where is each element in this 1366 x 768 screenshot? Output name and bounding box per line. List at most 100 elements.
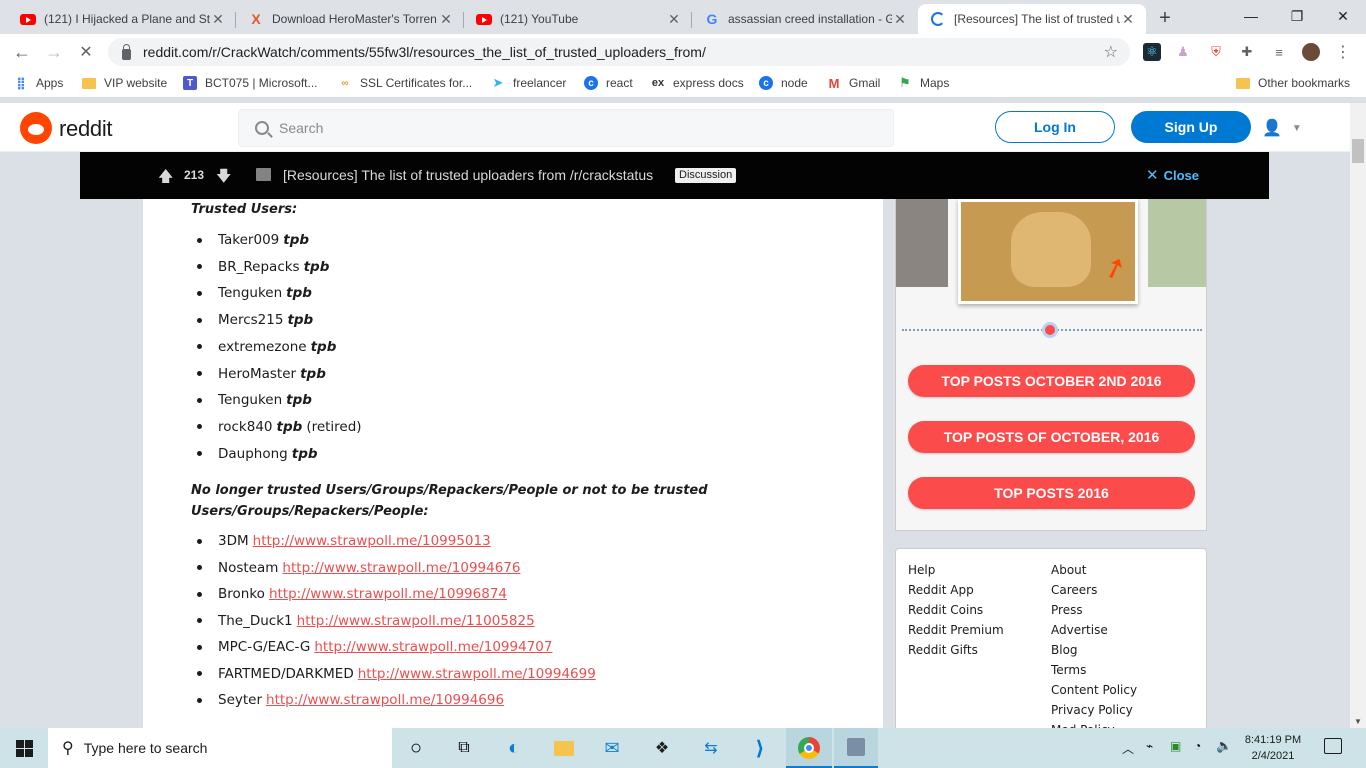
extensions-puzzle-icon[interactable]: ✚ [1238,43,1256,61]
bookmark-react[interactable]: c react [584,76,633,90]
taskbar-search-box[interactable]: ⚲ Type here to search [48,728,392,768]
react-devtools-icon[interactable]: ⚛ [1143,43,1161,61]
taskbar-clock[interactable]: 8:41:19 PM 2/4/2021 [1240,732,1306,764]
bookmark-bct075[interactable]: T BCT075 | Microsoft... [183,76,317,90]
top-posts-october-button[interactable]: TOP POSTS OF OCTOBER, 2016 [908,421,1195,453]
close-tab-icon[interactable]: ✕ [666,11,682,28]
user-tag: tpb [300,365,326,382]
footer-link[interactable]: Reddit Coins [908,603,983,617]
bookmark-apps[interactable]: ⣿ Apps [14,76,63,90]
tab-reddit-active[interactable]: [Resources] The list of trusted u ✕ [918,4,1146,34]
cortana-icon[interactable]: ○ [402,734,430,762]
vscode-icon[interactable]: ⟩ [746,734,774,762]
footer-link[interactable]: About [1051,563,1086,577]
stop-loading-icon[interactable]: ✕ [74,40,98,64]
profile-avatar[interactable] [1302,43,1320,61]
login-button[interactable]: Log In [995,111,1115,143]
reddit-logo-icon[interactable] [20,112,52,144]
user-icon: 👤 [1262,120,1282,137]
trusted-user-item: Tenguken tpb [191,283,312,303]
footer-link[interactable]: Reddit Premium [908,623,1004,637]
minimize-button[interactable]: — [1228,0,1274,32]
bookmark-freelancer[interactable]: ➤ freelancer [491,75,567,90]
tab-youtube[interactable]: (121) YouTube ✕ [464,4,692,34]
mail-icon[interactable]: ✉ [598,734,626,762]
battery-saver-icon[interactable]: ⌁ [1146,739,1153,753]
top-posts-2016-button[interactable]: TOP POSTS 2016 [908,477,1195,509]
bookmark-express-docs[interactable]: ex express docs [651,76,744,90]
new-tab-button[interactable]: + [1152,6,1178,30]
bookmark-vip-website[interactable]: VIP website [82,76,167,90]
bookmark-maps[interactable]: ⚑ Maps [898,75,949,90]
forward-arrow-icon[interactable]: → [42,40,66,64]
close-tab-icon[interactable]: ✕ [210,11,226,28]
strawpoll-link[interactable]: http://www.strawpoll.me/11005825 [297,613,535,629]
task-view-icon[interactable]: ⧉ [450,734,478,762]
strawpoll-link[interactable]: http://www.strawpoll.me/10996874 [269,586,507,602]
strawpoll-link[interactable]: http://www.strawpoll.me/10994676 [282,560,520,576]
footer-link[interactable]: Privacy Policy [1051,703,1133,717]
footer-link[interactable]: Press [1051,603,1083,617]
show-hidden-icons-chevron-icon[interactable]: ︿ [1122,740,1134,757]
shield-extension-icon[interactable]: ⛨ [1207,43,1225,61]
timeline-marker[interactable] [1042,322,1058,338]
close-tab-icon[interactable]: ✕ [1120,11,1136,28]
downvote-arrow-icon[interactable]: 🡇 [216,166,231,191]
notifications-icon[interactable] [1324,738,1342,754]
strawpoll-link[interactable]: http://www.strawpoll.me/10994699 [358,666,596,682]
tab-google-search[interactable]: G assassian creed installation - G ✕ [692,4,918,34]
wifi-icon[interactable]: ◔ [1194,739,1201,753]
close-window-button[interactable]: ✕ [1320,0,1366,32]
strawpoll-link[interactable]: http://www.strawpoll.me/10995013 [253,533,491,549]
bookmark-ssl[interactable]: ∞ SSL Certificates for... [338,76,472,90]
dropbox-icon[interactable]: ❖ [648,734,676,762]
file-explorer-icon[interactable] [550,734,578,762]
back-arrow-icon[interactable]: ← [10,40,34,64]
signup-button[interactable]: Sign Up [1131,111,1251,143]
footer-link[interactable]: Content Policy [1051,683,1137,697]
footer-link[interactable]: Help [908,563,935,577]
footer-link[interactable]: Advertise [1051,623,1108,637]
app-taskbar-active[interactable] [834,728,878,768]
strawpoll-link[interactable]: http://www.strawpoll.me/10994707 [314,639,552,655]
upvote-arrow-icon[interactable]: 🡅 [158,166,173,191]
react-site-icon: c [584,76,598,90]
reddit-wordmark[interactable]: reddit [59,116,113,142]
other-bookmarks[interactable]: Other bookmarks [1236,76,1350,90]
close-tab-icon[interactable]: ✕ [892,11,908,28]
chrome-taskbar-active[interactable] [786,728,832,768]
footer-link[interactable]: Terms [1051,663,1086,677]
extension-figure-icon[interactable]: ♟ [1174,43,1192,61]
footer-link[interactable]: Blog [1051,643,1078,657]
bookmark-star-icon[interactable]: ☆ [1104,42,1118,62]
tab-heromaster[interactable]: X Download HeroMaster's Torren ✕ [236,4,464,34]
footer-link[interactable]: Reddit Gifts [908,643,978,657]
footer-link[interactable]: Careers [1051,583,1097,597]
untrusted-user-item: 3DM http://www.strawpoll.me/10995013 [191,531,491,551]
close-button[interactable]: ✕ Close [1146,166,1199,184]
bookmark-gmail[interactable]: M Gmail [827,75,881,91]
page-scrollbar[interactable]: ▼ [1350,103,1366,728]
scrollbar-thumb[interactable] [1352,139,1364,163]
close-tab-icon[interactable]: ✕ [438,11,454,28]
network-status-icon[interactable]: ▣ [1170,739,1181,753]
bookmark-node[interactable]: c node [759,76,808,90]
scroll-down-arrow-icon[interactable]: ▼ [1354,717,1362,726]
reddit-search-input[interactable]: Search [238,109,894,147]
remote-app-icon[interactable]: ⇆ [697,734,725,762]
restore-button[interactable]: ❐ [1274,0,1320,32]
footer-link[interactable]: Reddit App [908,583,974,597]
address-bar[interactable]: reddit.com/r/CrackWatch/comments/55fw3l/… [108,38,1130,66]
strawpoll-link[interactable]: http://www.strawpoll.me/10994696 [266,692,504,708]
edge-icon[interactable]: ◐ [500,734,528,762]
gmail-icon: M [828,75,840,91]
volume-icon[interactable]: 🔈 [1216,738,1232,754]
top-posts-oct-2nd-button[interactable]: TOP POSTS OCTOBER 2ND 2016 [908,365,1195,397]
user-dropdown[interactable]: 👤 ▼ [1262,117,1302,139]
user-tag: tpb [283,232,310,248]
post-title[interactable]: [Resources] The list of trusted uploader… [283,167,653,183]
windows-start-icon[interactable] [10,734,38,762]
menu-kebab-icon[interactable]: ⋮ [1334,43,1352,61]
reading-list-icon[interactable]: ≡ [1270,43,1288,61]
tab-youtube-hijacked[interactable]: (121) I Hijacked a Plane and St ✕ [8,4,236,34]
